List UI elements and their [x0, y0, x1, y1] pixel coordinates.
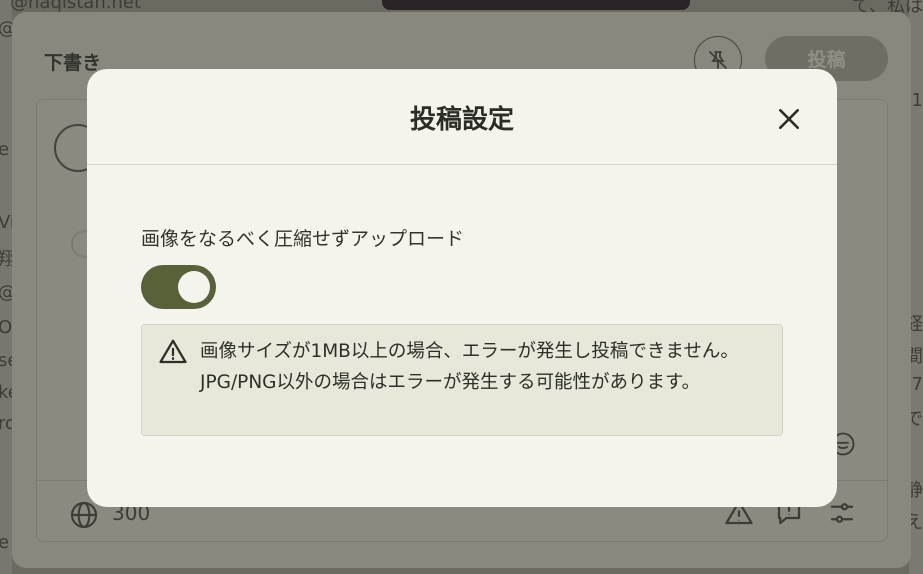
- background-text-fragment: e: [0, 532, 10, 553]
- dialog-header: 投稿設定: [87, 69, 837, 165]
- compress-option-label: 画像をなるべく圧縮せずアップロード: [141, 228, 465, 250]
- background-text-fragment: 7: [911, 374, 923, 395]
- post-settings-dialog: 投稿設定 画像をなるべく圧縮せずアップロード 画像サイズが1MB以上の場合、エラ…: [87, 69, 837, 507]
- background-banner-image: [382, 0, 690, 10]
- settings-sliders-icon[interactable]: [827, 498, 857, 528]
- compress-toggle[interactable]: [141, 265, 216, 309]
- toggle-knob: [178, 271, 210, 303]
- close-button[interactable]: [772, 102, 806, 136]
- warning-text: 画像サイズが1MB以上の場合、エラーが発生し投稿できません。JPG/PNG以外の…: [200, 341, 739, 393]
- close-icon: [779, 109, 799, 129]
- background-text-fragment: e: [0, 139, 10, 160]
- dialog-title: 投稿設定: [409, 105, 514, 135]
- background-text-fragment: 1: [911, 90, 923, 111]
- warning-notice: 画像サイズが1MB以上の場合、エラーが発生し投稿できません。JPG/PNG以外の…: [141, 324, 783, 436]
- warning-icon: [159, 339, 187, 364]
